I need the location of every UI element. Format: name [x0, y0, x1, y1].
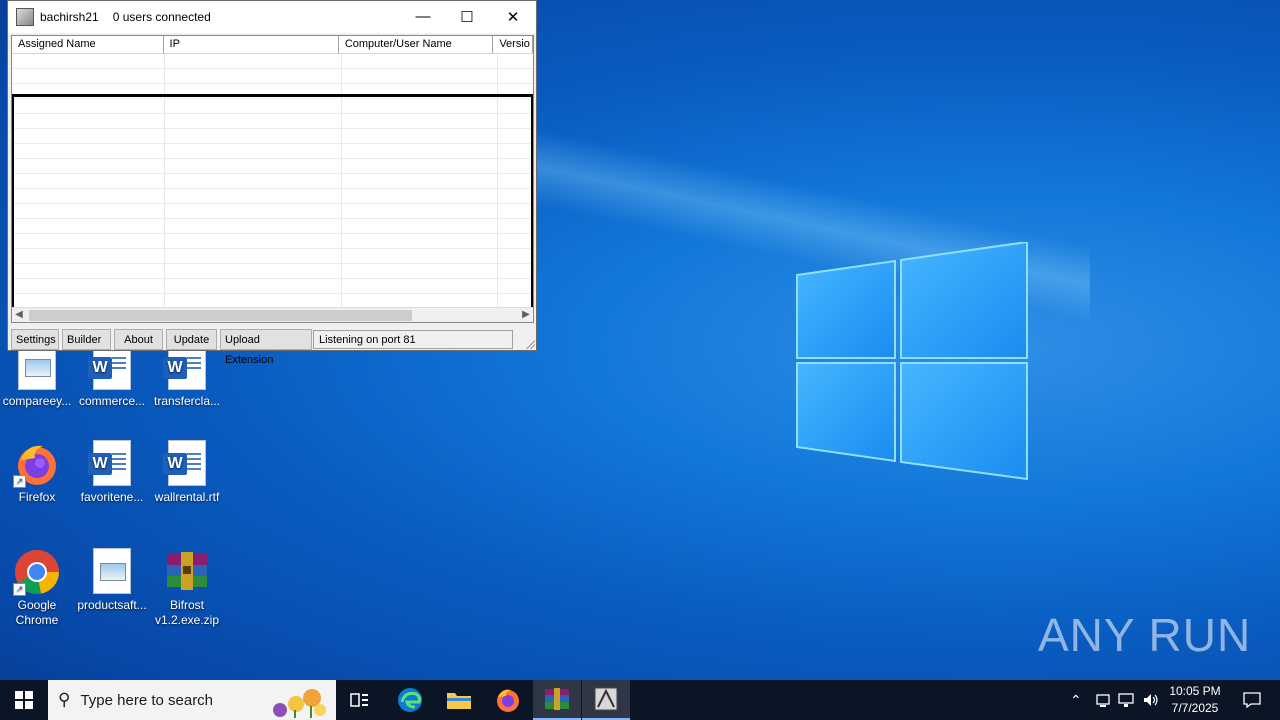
desktop-icon-favoritene[interactable]: W favoritene...: [76, 440, 148, 505]
taskbar-firefox-button[interactable]: [484, 680, 532, 720]
taskbar-winrar-button[interactable]: [533, 680, 581, 720]
firefox-icon: [497, 689, 519, 712]
title-bar[interactable]: bachirsh21 0 users connected — ☐ ✕: [8, 1, 536, 33]
taskbar-file-explorer-button[interactable]: [435, 680, 483, 720]
windows-logo-wallpaper: [796, 242, 1028, 480]
search-icon: ⚲: [58, 690, 71, 709]
settings-button[interactable]: Settings: [11, 329, 59, 350]
task-view-icon: [350, 693, 368, 707]
notification-icon: [1243, 692, 1261, 709]
desktop-icon-bifrost-zip[interactable]: Bifrost v1.2.exe.zip: [151, 548, 223, 628]
maximize-button[interactable]: ☐: [444, 1, 490, 32]
desktop-icon-firefox[interactable]: ↗ Firefox: [1, 440, 73, 505]
tray-network-icon[interactable]: [1118, 680, 1136, 720]
builder-button[interactable]: Builder: [62, 329, 111, 350]
taskbar-clock[interactable]: 10:05 PM 7/7/2025: [1160, 683, 1230, 717]
action-center-button[interactable]: [1232, 680, 1272, 720]
focus-rectangle-left: [12, 94, 14, 308]
scroll-right-arrow-icon[interactable]: ▶: [519, 308, 533, 322]
winrar-icon: [545, 688, 569, 710]
minimize-button[interactable]: —: [400, 1, 446, 32]
focus-rectangle-right: [531, 94, 533, 308]
connections-list[interactable]: Assigned Name IP Computer/User Name Vers…: [11, 35, 534, 323]
list-rows[interactable]: [12, 54, 533, 308]
desktop-icon-label: productsaft...: [77, 598, 147, 612]
desktop-icon-google-chrome[interactable]: ↗ Google Chrome: [1, 548, 73, 628]
bottom-button-bar: Settings Builder About Update Upload Ext…: [11, 329, 312, 366]
resize-grip-icon[interactable]: [525, 339, 535, 349]
close-button[interactable]: ✕: [490, 1, 536, 32]
word-document-icon: W: [163, 440, 206, 486]
update-button[interactable]: Update: [166, 329, 217, 350]
column-header-computer-user-name[interactable]: Computer/User Name: [339, 36, 494, 53]
taskbar-edge-button[interactable]: [386, 680, 434, 720]
desktop-icon-compareey[interactable]: compareey...: [1, 344, 73, 409]
windows-start-icon: [15, 691, 33, 709]
scrollbar-thumb[interactable]: [29, 310, 412, 321]
taskbar-search-box[interactable]: ⚲ Type here to search: [48, 680, 336, 720]
status-bar-text: Listening on port 81: [313, 330, 513, 349]
desktop-icon-label: commerce...: [78, 394, 145, 408]
desktop-icon-label: Google Chrome: [15, 598, 59, 627]
about-button[interactable]: About: [114, 329, 163, 350]
taskbar-bifrost-button[interactable]: [582, 680, 630, 720]
edge-icon: [398, 688, 422, 712]
desktop-icon-label: wallrental.rtf: [154, 490, 220, 504]
anyrun-watermark: ANY RUN: [1038, 609, 1252, 661]
window-title: bachirsh21: [40, 10, 99, 24]
app-icon: [16, 8, 34, 26]
tray-device-icon[interactable]: [1095, 680, 1111, 720]
folder-icon: [447, 693, 471, 709]
desktop-icon-wallrental[interactable]: W wallrental.rtf: [151, 440, 223, 505]
show-hidden-icons-button[interactable]: ⌃: [1070, 680, 1082, 720]
column-header-version[interactable]: Versio: [493, 36, 533, 53]
start-button[interactable]: [0, 680, 48, 720]
network-icon: [1118, 693, 1134, 707]
bifrost-server-window[interactable]: bachirsh21 0 users connected — ☐ ✕ Assig…: [7, 0, 537, 366]
chevron-up-icon: ⌃: [1070, 691, 1082, 708]
scroll-left-arrow-icon[interactable]: ◀: [12, 308, 26, 322]
search-highlight-flowers-icon: [273, 689, 326, 718]
horizontal-scrollbar[interactable]: ◀ ▶: [12, 307, 533, 322]
desktop-icon-productsaft[interactable]: productsaft...: [76, 548, 148, 613]
winrar-archive-icon: [167, 552, 207, 590]
upload-extension-button[interactable]: Upload Extension: [220, 329, 312, 366]
list-header: Assigned Name IP Computer/User Name Vers…: [12, 36, 533, 54]
desktop-icon-label: transfercla...: [153, 394, 221, 408]
column-header-ip[interactable]: IP: [164, 36, 339, 53]
desktop-icon-transfercla[interactable]: W transfercla...: [151, 344, 223, 409]
clock-date: 7/7/2025: [1171, 701, 1219, 715]
desktop-icon-label: Firefox: [18, 490, 56, 504]
column-header-assigned-name[interactable]: Assigned Name: [12, 36, 164, 53]
desktop-icon-label: favoritene...: [80, 490, 144, 504]
desktop-icon-label: compareey...: [2, 394, 72, 408]
desktop-icon-commerce[interactable]: W commerce...: [76, 344, 148, 409]
focus-rectangle-top: [12, 94, 533, 97]
image-document-icon: [93, 548, 131, 594]
bifrost-app-icon: [594, 687, 618, 711]
users-connected-count: 0 users connected: [112, 10, 211, 24]
clock-time: 10:05 PM: [1169, 684, 1221, 698]
desktop-icon-label: Bifrost v1.2.exe.zip: [154, 598, 220, 627]
taskbar: ⚲ Type here to search ⌃ 10:05 PM 7/7/202…: [0, 680, 1280, 720]
tray-volume-icon[interactable]: [1142, 680, 1160, 720]
volume-icon: [1144, 694, 1158, 706]
task-view-button[interactable]: [336, 680, 384, 720]
search-placeholder: Type here to search: [80, 691, 214, 709]
word-document-icon: W: [88, 440, 131, 486]
device-icon: [1096, 694, 1110, 707]
